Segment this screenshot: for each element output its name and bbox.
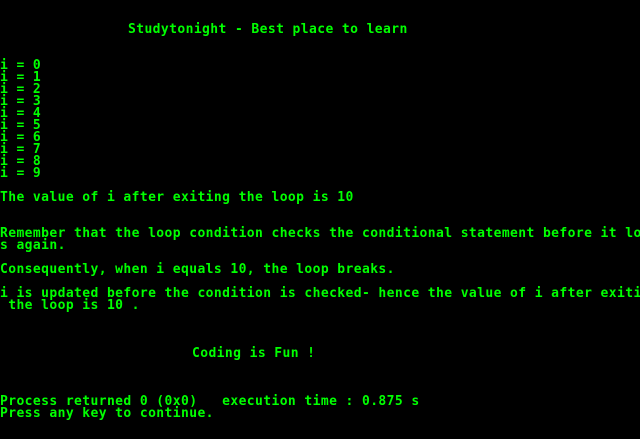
value-after-loop-text: The value of i after exiting the loop is…: [0, 190, 354, 205]
header-title: Studytonight - Best place to learn: [128, 22, 408, 37]
console-output: Studytonight - Best place to learn i = 0…: [0, 0, 640, 439]
updated-text-line2: the loop is 10 .: [0, 298, 140, 313]
loop-line: i = 9: [0, 166, 42, 181]
press-any-key-text: Press any key to continue.: [0, 406, 214, 421]
remember-text-line1: Remember that the loop condition checks …: [0, 226, 640, 241]
consequently-text: Consequently, when i equals 10, the loop…: [0, 262, 395, 277]
remember-text-line2: s again.: [0, 238, 66, 253]
coding-fun-text: Coding is Fun !: [192, 346, 316, 361]
